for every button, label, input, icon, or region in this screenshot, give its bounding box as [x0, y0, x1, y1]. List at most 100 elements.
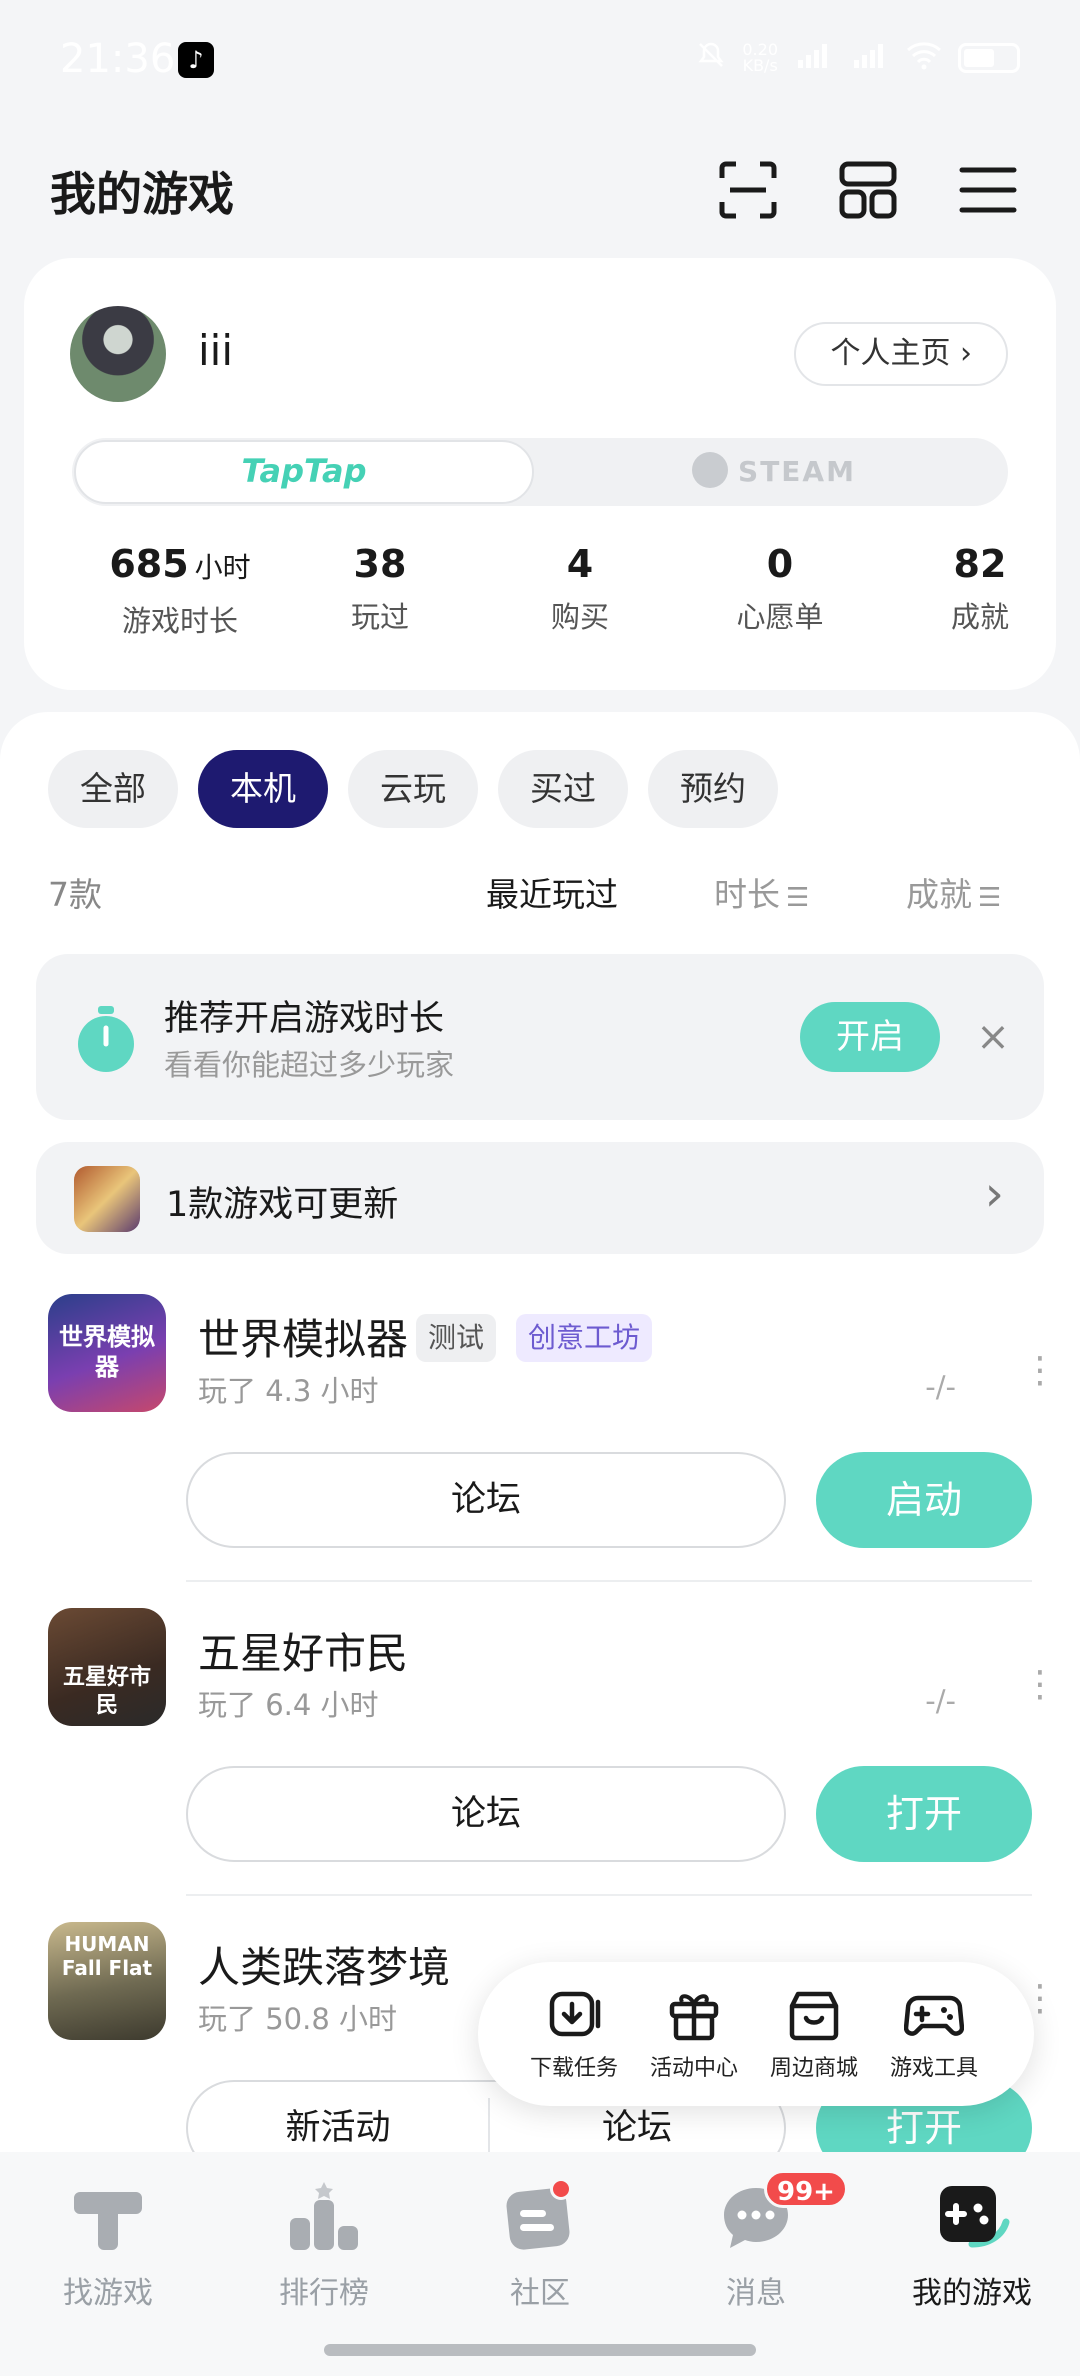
game-name[interactable]: 人类跌落梦境 [198, 1934, 450, 1995]
taptap-logo-icon [68, 2178, 148, 2258]
gamepad-icon [903, 1984, 965, 2044]
notification-dot [550, 2178, 572, 2200]
chevron-right-icon: › [984, 1166, 1004, 1222]
more-vertical-icon[interactable]: ⋮ [1022, 1353, 1058, 1389]
home-indicator[interactable] [324, 2344, 756, 2356]
profile-card: iii 个人主页 › TapTap STEAM 685 小时 游戏时长 38 玩过… [24, 258, 1056, 690]
filter-reserved[interactable]: 预约 [648, 750, 778, 828]
status-time: 21:36 [60, 36, 176, 82]
profile-home-button[interactable]: 个人主页 › [794, 322, 1008, 386]
sort-duration-label: 时长 [714, 875, 780, 914]
open-button[interactable]: 打开 [816, 1766, 1032, 1862]
platform-taptap-tab[interactable]: TapTap [74, 440, 534, 504]
sort-recent[interactable]: 最近玩过 [486, 868, 618, 916]
page-title: 我的游戏 [50, 167, 234, 221]
tiktok-notification-icon: ♪ [178, 42, 214, 78]
game-icon[interactable]: 五星好市民 [48, 1608, 166, 1726]
platform-steam-tab[interactable]: STEAM [540, 438, 1008, 506]
stat-value: 685 小时 [80, 540, 280, 592]
stat-label: 游戏时长 [121, 604, 238, 638]
game-icon-text: 五星好市民 [62, 1665, 151, 1718]
floating-toolbar: 下载任务 活动中心 周边商城 游戏工具 [478, 1962, 1034, 2106]
forum-button[interactable]: 论坛 [186, 1452, 786, 1548]
nav-community[interactable]: 社区 [440, 2178, 640, 2312]
net-speed: 0.20 KB/s [742, 42, 778, 74]
status-bar: 21:36 ♪ 0.20 KB/s [0, 0, 1080, 120]
toolbar-merch-shop[interactable]: 周边商城 [754, 1984, 874, 2082]
game-item: 世界模拟器 世界模拟器 测试 创意工坊 玩了 4.3 小时 -/- ⋮ 论坛 启… [0, 1294, 1080, 1604]
stat-wishlist[interactable]: 0 心愿单 [680, 540, 880, 636]
nav-label: 消息 [726, 2276, 786, 2311]
stat-played[interactable]: 38 玩过 [280, 540, 480, 636]
username: iii [198, 326, 234, 375]
forum-button[interactable]: 论坛 [186, 1766, 786, 1862]
divider [186, 1894, 1032, 1896]
sort-duration[interactable]: 时长 ☰ [714, 868, 809, 916]
stat-value: 4 [566, 542, 594, 586]
stat-value: 38 [353, 542, 407, 586]
game-icon-text: 世界模拟器 [59, 1323, 155, 1381]
stat-purchased[interactable]: 4 购买 [480, 540, 680, 636]
game-icon[interactable]: HUMAN Fall Flat [48, 1922, 166, 2040]
menu-icon[interactable] [948, 150, 1028, 230]
forum-button[interactable]: 论坛 [488, 2098, 784, 2158]
tip-title: 推荐开启游戏时长 [164, 999, 445, 1039]
nav-find-games[interactable]: 找游戏 [8, 2178, 208, 2312]
sort-icon: ☰ [786, 883, 810, 913]
download-icon [544, 1984, 604, 2044]
tip-open-button[interactable]: 开启 [800, 1002, 940, 1072]
toolbar-label: 下载任务 [529, 2056, 618, 2081]
nav-ranking[interactable]: 排行榜 [224, 2178, 424, 2312]
avatar[interactable] [70, 306, 166, 402]
nav-messages[interactable]: 99+ 消息 [656, 2170, 856, 2312]
sort-achievement[interactable]: 成就 ☰ [906, 868, 1001, 916]
more-vertical-icon[interactable]: ⋮ [1022, 1667, 1058, 1703]
filter-bought[interactable]: 买过 [498, 750, 628, 828]
nav-my-games[interactable]: 我的游戏 [872, 2178, 1072, 2312]
stat-playtime[interactable]: 685 小时 游戏时长 [80, 540, 280, 640]
game-name[interactable]: 五星好市民 [198, 1620, 408, 1681]
toolbar-label: 周边商城 [769, 2056, 858, 2081]
close-icon[interactable]: × [970, 1014, 1016, 1060]
signal-icon-1 [794, 40, 834, 76]
tag-workshop: 创意工坊 [516, 1314, 653, 1362]
toolbar-activity-center[interactable]: 活动中心 [634, 1984, 754, 2082]
toolbar-download-tasks[interactable]: 下载任务 [514, 1984, 634, 2082]
game-achievement: -/- [925, 1370, 956, 1404]
stat-value: 0 [766, 542, 794, 586]
net-speed-unit: KB/s [742, 56, 778, 75]
update-banner[interactable]: 1款游戏可更新 › [36, 1142, 1044, 1254]
filter-cloud[interactable]: 云玩 [348, 750, 478, 828]
stats-row: 685 小时 游戏时长 38 玩过 4 购买 0 心愿单 82 成就 [24, 540, 1056, 650]
toolbar-label: 游戏工具 [889, 2056, 978, 2081]
toolbar-game-tools[interactable]: 游戏工具 [874, 1984, 994, 2082]
ranking-icon [284, 2178, 364, 2258]
bottom-nav: 找游戏 排行榜 社区 99+ 消息 我的游戏 [0, 2152, 1080, 2376]
game-name[interactable]: 世界模拟器 [198, 1306, 408, 1367]
playtime-tip-banner: 推荐开启游戏时长 看看你能超过多少玩家 开启 × [36, 954, 1044, 1120]
steam-label: STEAM [738, 455, 856, 488]
launch-button[interactable]: 启动 [816, 1452, 1032, 1548]
stat-label: 玩过 [350, 600, 409, 634]
community-icon [500, 2178, 580, 2258]
header: 我的游戏 [0, 140, 1080, 240]
nav-label: 找游戏 [63, 2276, 153, 2311]
tip-subtitle: 看看你能超过多少玩家 [164, 1048, 455, 1082]
update-text: 1款游戏可更新 [166, 1185, 399, 1225]
signal-icon-2 [850, 40, 890, 76]
game-icon[interactable]: 世界模拟器 [48, 1294, 166, 1412]
update-game-thumbnail [74, 1166, 140, 1232]
status-icons: 0.20 KB/s [696, 40, 1020, 76]
filter-local[interactable]: 本机 [198, 750, 328, 828]
game-playtime: 玩了 4.3 小时 [198, 1374, 379, 1408]
toolbar-label: 活动中心 [649, 2056, 738, 2081]
grid-view-icon[interactable] [828, 150, 908, 230]
games-panel: 全部 本机 云玩 买过 预约 7款 最近玩过 时长 ☰ 成就 ☰ 推荐开启游戏时长 … [0, 712, 1080, 2176]
stat-unit: 小时 [194, 551, 251, 584]
stat-label: 心愿单 [736, 600, 824, 634]
scan-icon[interactable] [708, 150, 788, 230]
stat-achievements[interactable]: 82 成就 [880, 540, 1080, 636]
filter-all[interactable]: 全部 [48, 750, 178, 828]
stat-label: 购买 [550, 600, 609, 634]
stat-number: 685 [109, 542, 189, 586]
